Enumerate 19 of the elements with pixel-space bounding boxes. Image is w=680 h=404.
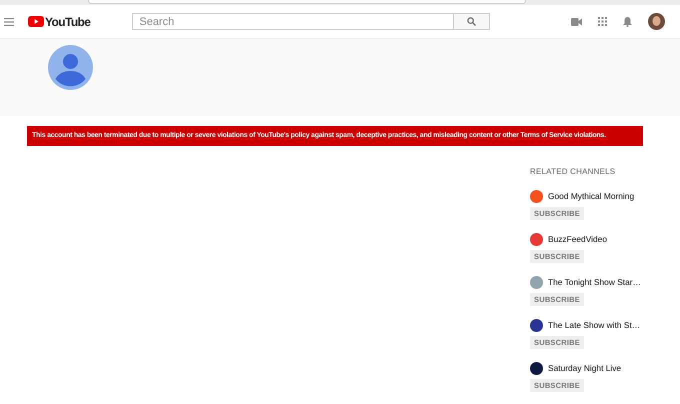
channel-icon[interactable] <box>530 318 543 332</box>
channel-name[interactable]: The Tonight Show Star… <box>548 277 641 287</box>
channel-name[interactable]: BuzzFeedVideo <box>548 234 607 244</box>
menu-icon[interactable] <box>4 18 14 26</box>
search-button[interactable] <box>454 13 490 30</box>
channel-name[interactable]: Good Mythical Morning <box>548 191 634 201</box>
avatar-icon[interactable] <box>648 13 665 30</box>
channel-icon[interactable] <box>530 362 543 374</box>
search-field[interactable]: Search <box>132 13 454 30</box>
section-title: RELATED CHANNELS <box>530 167 616 176</box>
channel-name[interactable]: The Late Show with St… <box>548 320 640 330</box>
video-camera-icon[interactable] <box>571 18 582 26</box>
apps-grid-icon[interactable] <box>598 17 607 26</box>
play-logo-icon <box>28 16 44 27</box>
search-icon <box>467 17 476 26</box>
default-avatar-icon <box>48 45 93 90</box>
logo-text[interactable]: YouTube <box>45 14 90 28</box>
channel-name[interactable]: Saturday Night Live <box>548 363 622 373</box>
bell-icon[interactable] <box>623 16 632 27</box>
